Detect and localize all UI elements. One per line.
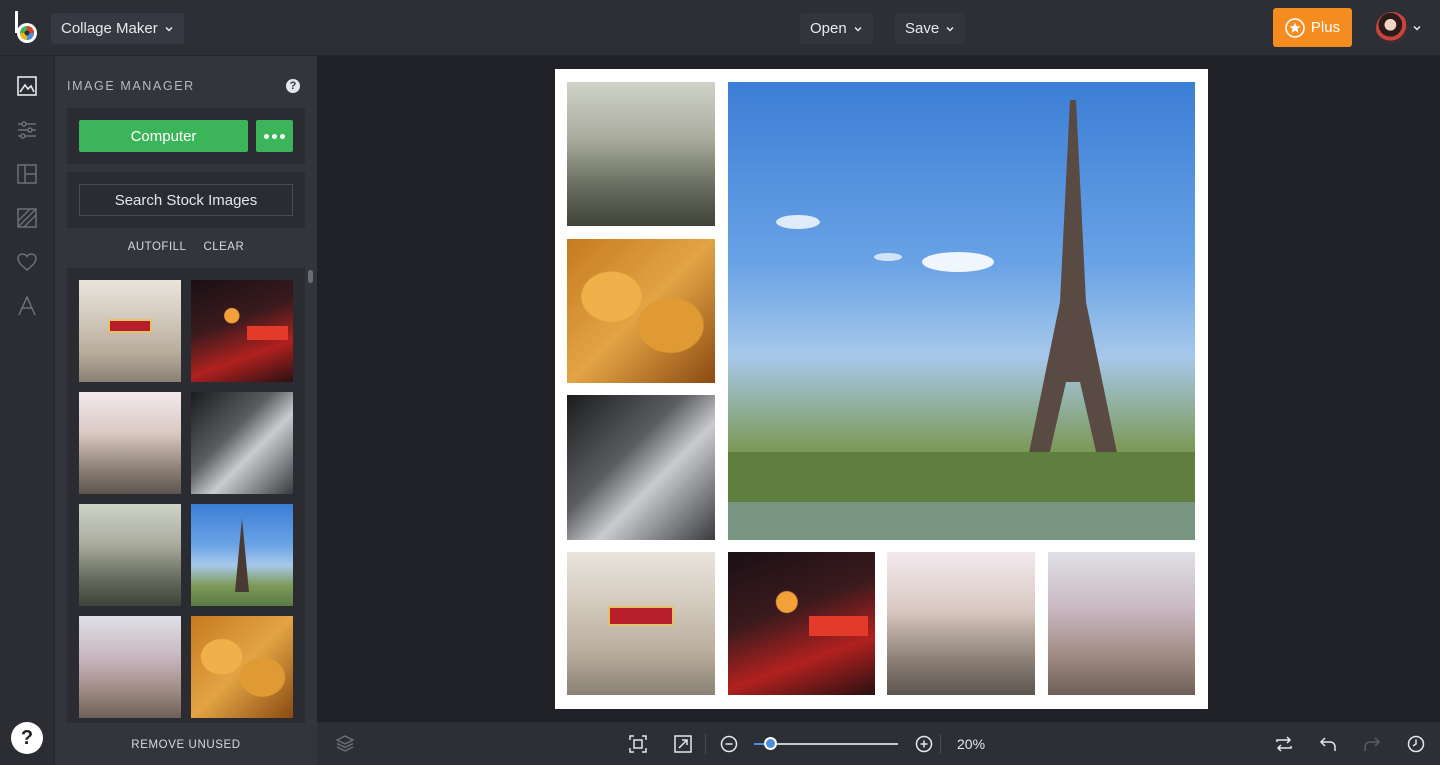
chevron-down-icon xyxy=(1413,25,1421,31)
thumbnail-moulin-rouge[interactable] xyxy=(191,280,293,382)
background-icon[interactable] xyxy=(15,206,39,230)
panel-help-icon[interactable]: ? xyxy=(286,79,300,93)
plus-label: Plus xyxy=(1310,19,1341,36)
toolbar-divider xyxy=(705,734,706,754)
zoom-out-icon[interactable] xyxy=(719,734,739,754)
plus-upgrade-button[interactable]: Plus xyxy=(1273,8,1352,47)
chevron-down-icon xyxy=(946,26,954,32)
layers-icon[interactable] xyxy=(335,733,355,753)
fit-to-screen-icon[interactable] xyxy=(628,734,648,754)
sliders-icon[interactable] xyxy=(15,118,39,142)
open-label: Open xyxy=(810,20,847,37)
undo-icon[interactable] xyxy=(1318,734,1338,754)
replace-icon[interactable] xyxy=(1274,734,1294,754)
collage-cell-montmartre[interactable] xyxy=(1048,552,1195,695)
heart-icon[interactable] xyxy=(15,250,39,274)
more-sources-button[interactable] xyxy=(256,120,293,152)
thumbnail-louvre[interactable] xyxy=(191,392,293,494)
search-stock-images-button[interactable]: Search Stock Images xyxy=(79,184,293,216)
stock-search-box: Search Stock Images xyxy=(67,172,305,228)
app-mode-label: Collage Maker xyxy=(61,20,158,37)
top-bar: Collage Maker Open Save Plus xyxy=(0,0,1440,56)
help-button[interactable]: ? xyxy=(11,722,43,754)
app-mode-dropdown[interactable]: Collage Maker xyxy=(51,13,184,44)
collage-cell-eiffel[interactable] xyxy=(728,82,1195,540)
text-icon[interactable] xyxy=(15,294,39,318)
collage-cell-metro[interactable] xyxy=(567,552,715,695)
tool-rail xyxy=(0,56,55,765)
thumbnail-montmartre[interactable] xyxy=(79,616,181,718)
remove-unused-link[interactable]: REMOVE UNUSED xyxy=(55,739,317,751)
clear-link[interactable]: CLEAR xyxy=(203,241,244,253)
image-actions: AUTOFILL CLEAR xyxy=(55,241,317,253)
collage-cell-street[interactable] xyxy=(887,552,1035,695)
thumbnail-scrollbar[interactable] xyxy=(308,270,313,283)
autofill-link[interactable]: AUTOFILL xyxy=(128,241,187,253)
redo-icon xyxy=(1364,737,1381,751)
chevron-down-icon xyxy=(854,26,862,32)
befunky-logo-icon[interactable] xyxy=(12,11,40,45)
collage-cell-louvre[interactable] xyxy=(567,395,715,540)
avatar xyxy=(1376,12,1408,44)
actual-size-icon[interactable] xyxy=(673,734,693,754)
image-source-box: Computer xyxy=(67,108,305,164)
zoom-in-icon[interactable] xyxy=(914,734,934,754)
thumbnail-croissants[interactable] xyxy=(191,616,293,718)
more-dots-icon xyxy=(264,133,269,139)
image-thumbnails xyxy=(67,268,305,723)
thumbnail-street[interactable] xyxy=(79,392,181,494)
image-manager-panel: IMAGE MANAGER ? Computer Search Stock Im… xyxy=(55,56,317,765)
collage-canvas[interactable] xyxy=(555,69,1208,709)
save-dropdown[interactable]: Save xyxy=(895,13,966,44)
zoom-slider-handle[interactable] xyxy=(763,737,777,750)
thumbnail-balcony[interactable] xyxy=(79,504,181,606)
collage-cell-croissants[interactable] xyxy=(567,239,715,383)
zoom-level-label: 20% xyxy=(957,736,986,752)
thumbnail-metro[interactable] xyxy=(79,280,181,382)
star-badge-icon xyxy=(1285,17,1305,38)
image-icon[interactable] xyxy=(15,74,39,98)
chevron-down-icon xyxy=(165,26,173,32)
collage-cell-balcony[interactable] xyxy=(567,82,715,226)
collage-cell-moulin-rouge[interactable] xyxy=(728,552,875,695)
save-label: Save xyxy=(905,20,940,37)
panel-title: IMAGE MANAGER xyxy=(67,79,195,93)
thumbnail-eiffel[interactable] xyxy=(191,504,293,606)
toolbar-divider xyxy=(940,734,941,754)
computer-upload-button[interactable]: Computer xyxy=(79,120,248,152)
open-dropdown[interactable]: Open xyxy=(800,13,873,44)
account-menu[interactable] xyxy=(1376,12,1422,44)
layout-icon[interactable] xyxy=(15,162,39,186)
history-icon[interactable] xyxy=(1406,734,1426,754)
